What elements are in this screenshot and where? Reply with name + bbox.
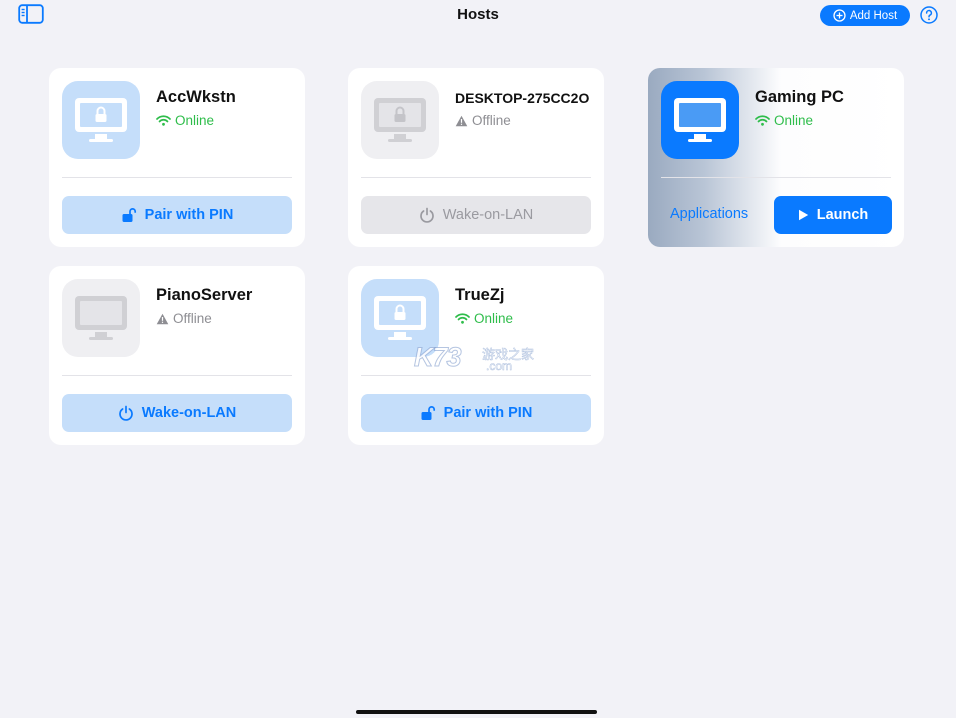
host-name: TrueZj <box>455 286 505 304</box>
status-label: Offline <box>472 113 511 128</box>
status-label: Online <box>774 113 814 128</box>
divider <box>62 177 292 178</box>
host-name: Gaming PC <box>755 88 844 106</box>
add-host-button[interactable]: Add Host <box>820 5 910 26</box>
page-title: Hosts <box>457 6 499 23</box>
watermark: K73 游戏之家 .com <box>414 342 544 378</box>
locked-monitor-icon <box>361 81 439 159</box>
unlock-icon <box>421 406 435 420</box>
warning-icon <box>156 313 169 324</box>
divider <box>62 375 292 376</box>
play-icon <box>798 209 808 221</box>
watermark-domain: .com <box>486 359 513 374</box>
host-name: DESKTOP-275CC2O <box>455 90 590 106</box>
wake-on-lan-button[interactable]: Wake-on-LAN <box>361 196 591 234</box>
host-card-pianoserver[interactable]: PianoServer Offline Wake-on-LAN <box>49 266 305 445</box>
action-label: Wake-on-LAN <box>141 405 237 421</box>
host-card-desktop-275cc2o[interactable]: DESKTOP-275CC2O Offline Wake-on-LAN <box>348 68 604 247</box>
status-online: Online <box>455 311 513 326</box>
divider <box>661 177 891 178</box>
home-indicator[interactable] <box>356 710 597 714</box>
help-icon[interactable] <box>920 6 938 24</box>
host-name: PianoServer <box>156 286 253 304</box>
monitor-icon <box>62 279 140 357</box>
wifi-icon <box>455 313 470 324</box>
launch-button[interactable]: Launch <box>774 196 892 234</box>
applications-link[interactable]: Applications <box>670 206 748 222</box>
divider <box>361 177 591 178</box>
wifi-icon <box>156 115 171 126</box>
warning-icon <box>455 115 468 126</box>
pair-with-pin-button[interactable]: Pair with PIN <box>361 394 591 432</box>
action-label: Pair with PIN <box>443 405 533 421</box>
pair-with-pin-button[interactable]: Pair with PIN <box>62 196 292 234</box>
add-host-label: Add Host <box>849 9 898 22</box>
monitor-icon <box>661 81 739 159</box>
host-name: AccWkstn <box>156 88 236 106</box>
power-icon <box>118 405 133 421</box>
host-card-gaming-pc[interactable]: Gaming PC Online Applications Launch <box>648 68 904 247</box>
unlock-icon <box>122 208 136 222</box>
status-online: Online <box>156 113 214 128</box>
action-label: Pair with PIN <box>144 207 234 223</box>
locked-monitor-icon <box>62 81 140 159</box>
host-card-accwkstn[interactable]: AccWkstn Online Pair with PIN <box>49 68 305 247</box>
wake-on-lan-button[interactable]: Wake-on-LAN <box>62 394 292 432</box>
status-label: Online <box>474 311 514 326</box>
top-bar: Hosts Add Host <box>0 0 956 34</box>
watermark-brand: K73 <box>414 342 463 373</box>
status-offline: Offline <box>455 113 511 128</box>
status-offline: Offline <box>156 311 212 326</box>
action-label: Wake-on-LAN <box>442 207 534 223</box>
status-label: Offline <box>173 311 212 326</box>
plus-circle-icon <box>833 9 846 22</box>
status-online: Online <box>755 113 813 128</box>
status-label: Online <box>175 113 215 128</box>
wifi-icon <box>755 115 770 126</box>
action-label: Launch <box>816 207 869 223</box>
power-icon <box>419 207 434 223</box>
